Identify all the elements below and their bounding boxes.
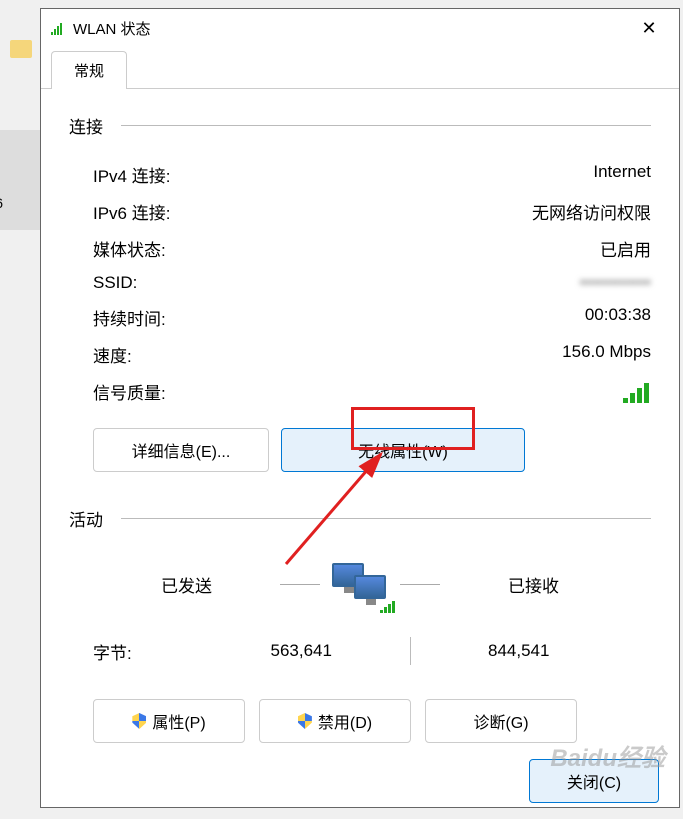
close-icon[interactable]: ✕ xyxy=(629,13,669,43)
activity-section: 活动 已发送 已接收 字节: 563,641 xyxy=(69,506,651,665)
sent-label: 已发送 xyxy=(93,572,280,597)
titlebar: WLAN 状态 ✕ xyxy=(41,9,679,47)
row-ipv6: IPv6 连接: 无网络访问权限 xyxy=(69,193,651,230)
bytes-received-value: 844,541 xyxy=(411,641,628,661)
details-button[interactable]: 详细信息(E)... xyxy=(93,428,269,472)
wlan-signal-icon xyxy=(51,21,65,35)
row-speed: 速度: 156.0 Mbps xyxy=(69,336,651,373)
media-label: 媒体状态: xyxy=(93,236,166,261)
connection-buttons: 详细信息(E)... 无线属性(W) xyxy=(69,410,651,478)
ssid-value: •••••••••••• xyxy=(580,273,651,293)
shield-icon xyxy=(298,713,312,729)
ssid-label: SSID: xyxy=(93,273,137,293)
bytes-sent-value: 563,641 xyxy=(193,641,410,661)
bg-selection xyxy=(0,130,40,230)
shield-icon xyxy=(132,713,146,729)
tab-general[interactable]: 常规 xyxy=(51,51,127,89)
row-media: 媒体状态: 已启用 xyxy=(69,230,651,267)
row-ssid: SSID: •••••••••••• xyxy=(69,267,651,299)
duration-label: 持续时间: xyxy=(93,305,166,330)
connection-header: 连接 xyxy=(69,113,651,138)
row-ipv4: IPv4 连接: Internet xyxy=(69,156,651,193)
activity-header: 活动 xyxy=(69,506,651,531)
properties-button[interactable]: 属性(P) xyxy=(93,699,245,743)
row-duration: 持续时间: 00:03:38 xyxy=(69,299,651,336)
folder-icon xyxy=(10,40,32,58)
bottom-buttons: 属性(P) 禁用(D) 诊断(G) xyxy=(69,665,651,743)
dialog-title: WLAN 状态 xyxy=(73,18,629,39)
signal-label: 信号质量: xyxy=(93,379,166,404)
speed-label: 速度: xyxy=(93,342,132,367)
duration-value: 00:03:38 xyxy=(585,305,651,330)
close-button[interactable]: 关闭(C) xyxy=(529,759,659,803)
ipv6-value: 无网络访问权限 xyxy=(532,199,651,224)
diagnose-button[interactable]: 诊断(G) xyxy=(425,699,577,743)
network-activity-icon xyxy=(320,559,400,609)
wireless-properties-button[interactable]: 无线属性(W) xyxy=(281,428,525,472)
wlan-status-dialog: WLAN 状态 ✕ 常规 连接 IPv4 连接: Internet IPv6 连… xyxy=(40,8,680,808)
bytes-row: 字节: 563,641 844,541 xyxy=(69,609,651,665)
tab-content: 连接 IPv4 连接: Internet IPv6 连接: 无网络访问权限 媒体… xyxy=(41,88,679,743)
media-value: 已启用 xyxy=(600,236,651,261)
dialog-footer: 关闭(C) xyxy=(41,743,679,819)
bytes-label: 字节: xyxy=(93,639,193,664)
ipv4-value: Internet xyxy=(593,162,651,187)
row-signal: 信号质量: xyxy=(69,373,651,410)
activity-row: 已发送 已接收 xyxy=(69,549,651,609)
ipv6-label: IPv6 连接: xyxy=(93,199,170,224)
ipv4-label: IPv4 连接: xyxy=(93,162,170,187)
disable-button[interactable]: 禁用(D) xyxy=(259,699,411,743)
signal-bars-icon xyxy=(623,381,651,403)
speed-value: 156.0 Mbps xyxy=(562,342,651,367)
tab-strip: 常规 xyxy=(41,51,679,89)
received-label: 已接收 xyxy=(440,572,627,597)
bg-text: lao -Fi 6 xyxy=(0,170,3,215)
